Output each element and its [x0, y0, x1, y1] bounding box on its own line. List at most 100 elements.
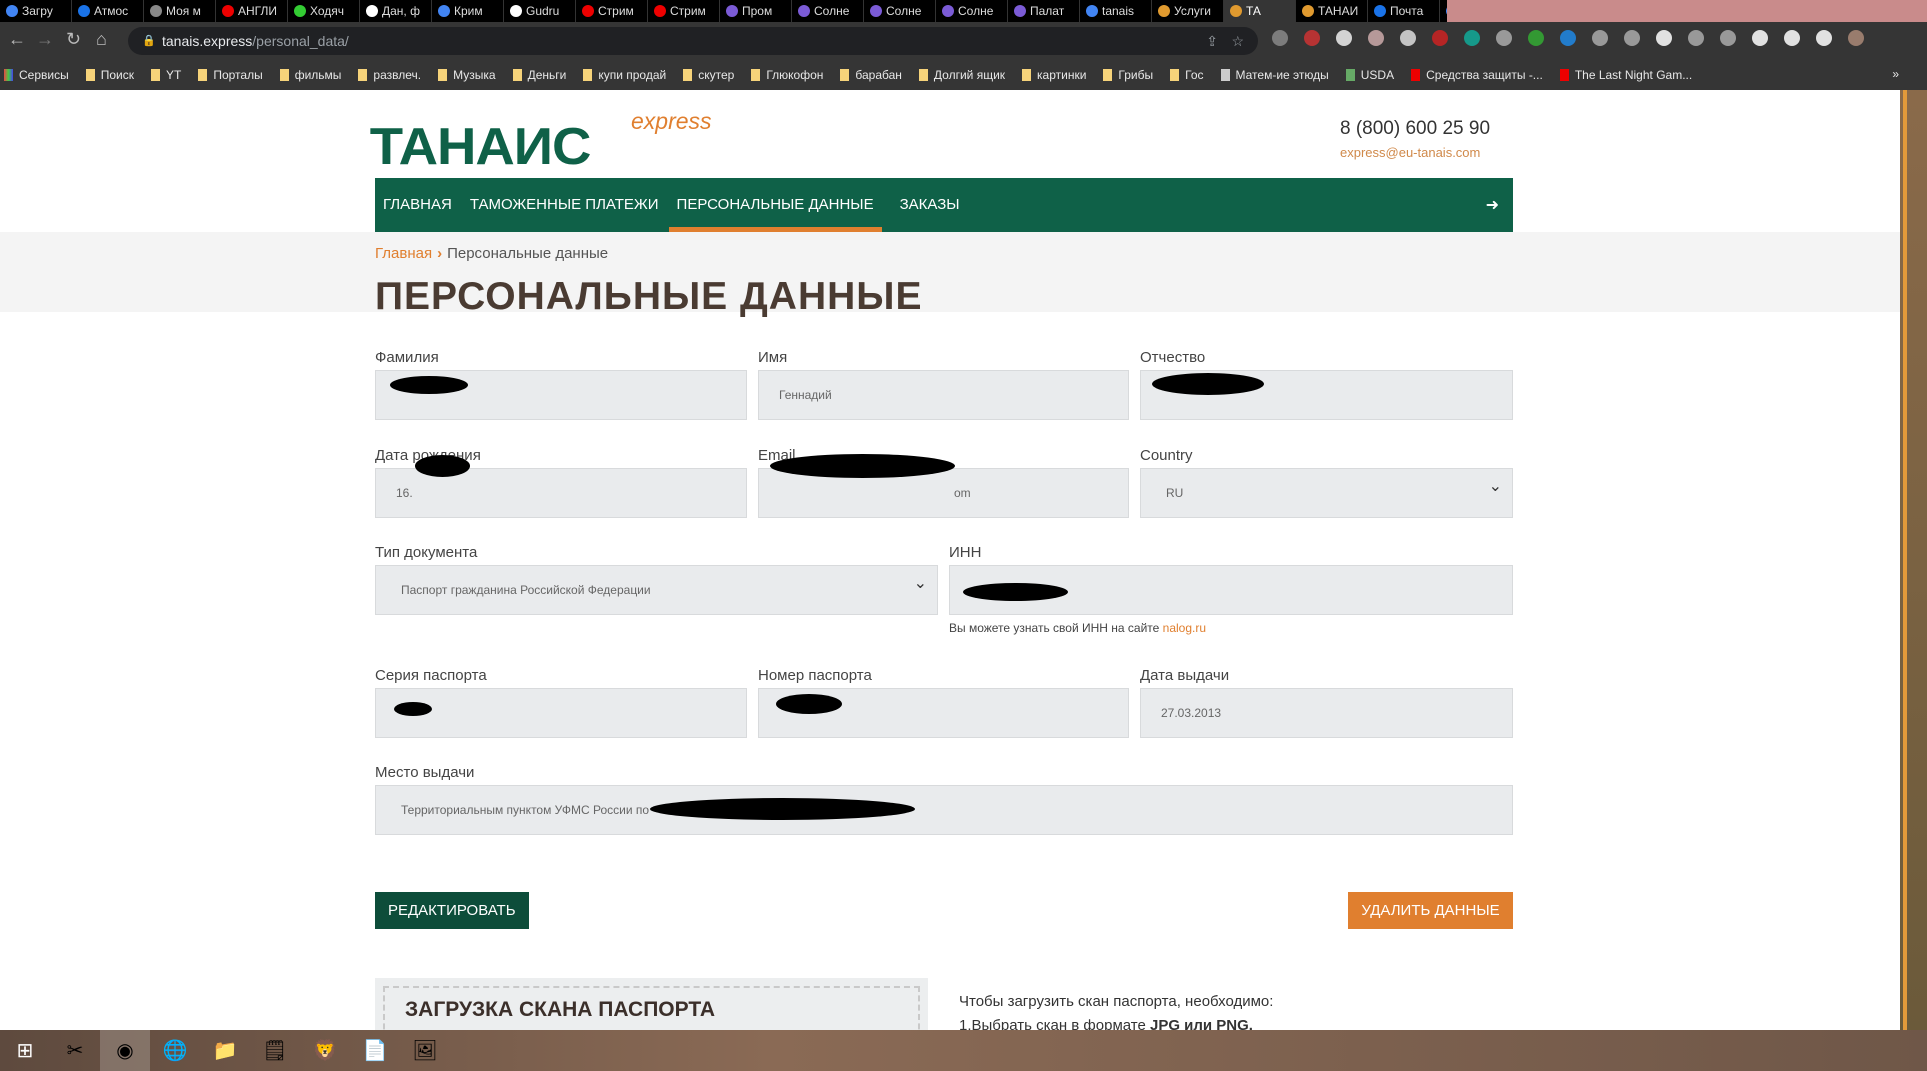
brave-icon[interactable]: 🦁	[300, 1030, 350, 1071]
step-formats: JPG или PNG.	[1149, 1017, 1253, 1030]
reload-icon[interactable]: ↻	[66, 29, 81, 50]
browser-tab[interactable]: Стрим	[576, 0, 648, 22]
bookmark-item[interactable]: Глюкофон	[751, 68, 823, 82]
issue-date-input[interactable]: 27.03.2013	[1140, 688, 1513, 738]
extension-icon[interactable]	[1656, 30, 1672, 46]
browser-tab[interactable]: Почта	[1368, 0, 1440, 22]
extension-icon[interactable]	[1272, 30, 1288, 46]
browser-tab[interactable]: Солне	[936, 0, 1008, 22]
url-bar[interactable]: 🔒 tanais.express/personal_data/ ⇪ ☆	[128, 27, 1258, 55]
issue-place-input[interactable]: Территориальным пунктом УФМС России по	[375, 785, 1513, 835]
extension-icon[interactable]	[1496, 30, 1512, 46]
country-select[interactable]: RU	[1140, 463, 1513, 518]
extension-icon[interactable]	[1752, 30, 1768, 46]
bookmark-item[interactable]: YT	[150, 68, 181, 82]
extension-icon[interactable]	[1400, 30, 1416, 46]
logout-icon[interactable]: ➜	[1486, 195, 1499, 215]
nav-item[interactable]: ТАМОЖЕННЫЕ ПЛАТЕЖИ	[470, 178, 659, 232]
logo[interactable]: ТАНАИС	[370, 117, 592, 177]
pdf-icon[interactable]: 📄	[350, 1030, 400, 1071]
browser-tab[interactable]: Моя м	[144, 0, 216, 22]
extension-icon[interactable]	[1624, 30, 1640, 46]
bookmark-item[interactable]: скутер	[683, 68, 734, 82]
bookmark-item[interactable]: The Last Night Gam...	[1559, 68, 1692, 82]
bookmark-item[interactable]: Сервисы	[4, 68, 69, 82]
browser-tab[interactable]: Крим	[432, 0, 504, 22]
issue-place-label: Место выдачи	[375, 764, 475, 781]
extension-icon[interactable]	[1848, 30, 1864, 46]
bookmark-item[interactable]: USDA	[1345, 68, 1394, 82]
extension-icon[interactable]	[1592, 30, 1608, 46]
extension-icon[interactable]	[1816, 30, 1832, 46]
browser-tab[interactable]: Солне	[864, 0, 936, 22]
extension-icon[interactable]	[1464, 30, 1480, 46]
browser-tab[interactable]: tanais	[1080, 0, 1152, 22]
bookmark-item[interactable]: купи продай	[583, 68, 666, 82]
browser-tab[interactable]: Ходяч	[288, 0, 360, 22]
extension-icon[interactable]	[1560, 30, 1576, 46]
bookmark-item[interactable]: Матем-ие этюды	[1220, 68, 1329, 82]
extension-icon[interactable]	[1688, 30, 1704, 46]
browser-tab[interactable]: Дан, ф	[360, 0, 432, 22]
extension-icon[interactable]	[1528, 30, 1544, 46]
bookmark-item[interactable]: Деньги	[512, 68, 566, 82]
nav-item[interactable]: ПЕРСОНАЛЬНЫЕ ДАННЫЕ	[668, 178, 882, 232]
nalog-link[interactable]: nalog.ru	[1163, 621, 1206, 635]
forward-icon[interactable]: →	[36, 29, 54, 50]
bookmark-item[interactable]: Средства защиты -...	[1411, 68, 1543, 82]
browser-tab[interactable]: Атмос	[72, 0, 144, 22]
bookmark-item[interactable]: Долгий ящик	[918, 68, 1005, 82]
folder-icon	[1220, 69, 1230, 81]
bookmark-item[interactable]: Грибы	[1103, 68, 1153, 82]
window-controls[interactable]	[1447, 0, 1927, 22]
browser-tab[interactable]: ТА	[1224, 0, 1296, 22]
bookmark-item[interactable]: Поиск	[85, 68, 134, 82]
bookmark-item[interactable]: фильмы	[279, 68, 341, 82]
extension-icon[interactable]	[1336, 30, 1352, 46]
extension-icon[interactable]	[1304, 30, 1320, 46]
browser-tab[interactable]: Пром	[720, 0, 792, 22]
extension-icon[interactable]	[1784, 30, 1800, 46]
star-icon[interactable]: ☆	[1231, 27, 1244, 55]
chrome-icon[interactable]: ◉	[100, 1030, 150, 1071]
upload-intro: Чтобы загрузить скан паспорта, необходим…	[959, 993, 1274, 1010]
bookmark-item[interactable]: Гос	[1170, 68, 1204, 82]
extension-icon[interactable]	[1368, 30, 1384, 46]
bookmark-item[interactable]: Порталы	[198, 68, 263, 82]
edit-button[interactable]: РЕДАКТИРОВАТЬ	[375, 892, 529, 929]
globe-icon[interactable]: 🌐	[150, 1030, 200, 1071]
nav-item[interactable]: ГЛАВНАЯ	[383, 178, 452, 232]
bookmarks-overflow-button[interactable]: »	[1892, 67, 1899, 81]
browser-tab[interactable]: Стрим	[648, 0, 720, 22]
browser-tab[interactable]: Солне	[792, 0, 864, 22]
browser-tab[interactable]: АНГЛИ	[216, 0, 288, 22]
browser-tab[interactable]: Gudru	[504, 0, 576, 22]
passport-series-input[interactable]	[375, 688, 747, 738]
browser-tab[interactable]: Услуги	[1152, 0, 1224, 22]
extension-icon[interactable]	[1720, 30, 1736, 46]
photo-viewer-icon[interactable]: 🖼	[400, 1030, 450, 1071]
doc-type-select[interactable]: Паспорт гражданина Российской Федерации	[375, 560, 938, 615]
bookmark-item[interactable]: развлеч.	[358, 68, 421, 82]
bookmark-item[interactable]: картинки	[1022, 68, 1086, 82]
browser-tab[interactable]: Палат	[1008, 0, 1080, 22]
start-icon[interactable]: ⊞	[0, 1030, 50, 1071]
share-icon[interactable]: ⇪	[1206, 27, 1218, 55]
extension-icon[interactable]	[1432, 30, 1448, 46]
bookmark-item[interactable]: барабан	[840, 68, 902, 82]
folder-icon	[438, 69, 448, 81]
delete-data-button[interactable]: УДАЛИТЬ ДАННЫЕ	[1348, 892, 1513, 929]
breadcrumb-home[interactable]: Главная	[375, 245, 432, 262]
back-icon[interactable]: ←	[8, 29, 26, 50]
browser-tab[interactable]: ТАНАИ	[1296, 0, 1368, 22]
bookmark-item[interactable]: Музыка	[438, 68, 496, 82]
nav-item[interactable]: ЗАКАЗЫ	[900, 178, 960, 232]
home-icon[interactable]: ⌂	[96, 29, 107, 50]
redaction-mark	[394, 702, 432, 716]
email-link[interactable]: express@eu-tanais.com	[1340, 145, 1480, 160]
snipping-tool-icon[interactable]: ✂	[50, 1030, 100, 1071]
file-explorer-icon[interactable]: 📁	[200, 1030, 250, 1071]
name-input[interactable]: Геннадий	[758, 370, 1129, 420]
notes-icon[interactable]: 🗒	[250, 1030, 300, 1071]
browser-tab[interactable]: Загру	[0, 0, 72, 22]
